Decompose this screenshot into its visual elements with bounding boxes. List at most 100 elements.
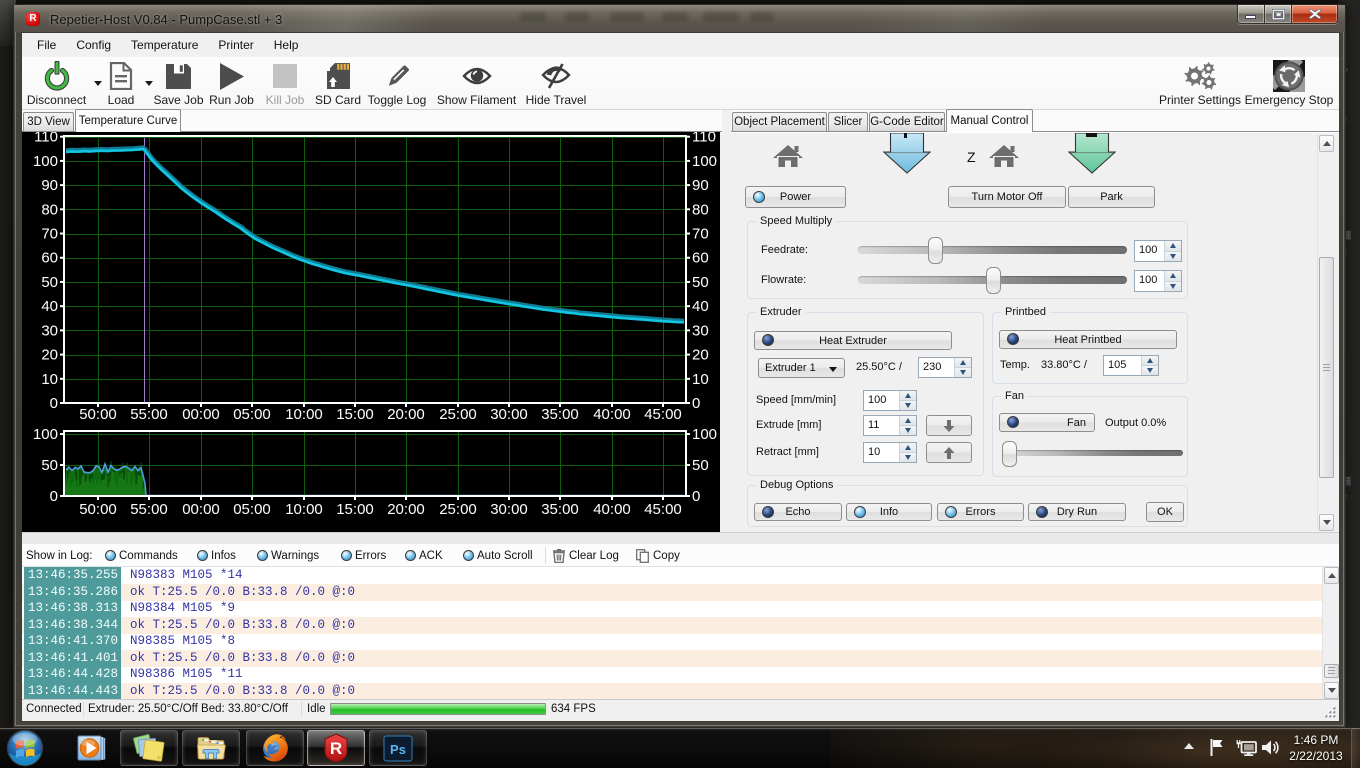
manual-control-scrollbar-thumb[interactable] bbox=[1319, 257, 1334, 478]
retract-spinner-down-button[interactable] bbox=[900, 452, 916, 462]
tab-g-code-editor[interactable]: G-Code Editor bbox=[869, 112, 945, 131]
menu-file[interactable]: File bbox=[27, 35, 66, 55]
hide-travel-button[interactable]: Hide Travel bbox=[525, 59, 587, 107]
extruder-speed-spinner[interactable]: 100 bbox=[863, 390, 917, 411]
printbed-target-spinner-up-button[interactable] bbox=[1142, 356, 1158, 365]
extruder-speed-spinner-up-button[interactable] bbox=[900, 391, 916, 400]
turn-motor-off-button[interactable]: Turn Motor Off bbox=[948, 186, 1066, 208]
save-job-button[interactable]: Save Job bbox=[150, 59, 207, 107]
taskbar-photoshop[interactable]: Ps bbox=[369, 730, 427, 766]
retract-spinner[interactable]: 10 bbox=[863, 442, 917, 463]
log-scrollbar-up[interactable] bbox=[1324, 567, 1339, 584]
feedrate-slider-track[interactable] bbox=[858, 246, 1127, 254]
y-minus-arrow[interactable] bbox=[883, 133, 931, 174]
extruder-speed-spinner-down-button[interactable] bbox=[900, 400, 916, 410]
flowrate-spinner-down-button[interactable] bbox=[1165, 281, 1181, 292]
extrude-spinner-up-button[interactable] bbox=[900, 416, 916, 425]
run-job-button[interactable]: Run Job bbox=[207, 59, 256, 107]
disconnect-button[interactable]: Disconnect bbox=[24, 59, 89, 107]
extruder-target-spinner-up-button[interactable] bbox=[955, 358, 971, 367]
printbed-target-spinner-down-button[interactable] bbox=[1142, 365, 1158, 375]
log-toggle-errors[interactable]: Errors bbox=[341, 544, 386, 567]
fan-button[interactable]: Fan bbox=[999, 413, 1095, 432]
log-scrollbar-thumb[interactable] bbox=[1324, 664, 1339, 678]
log-list[interactable]: 13:46:35.255N98383 M105 *1413:46:35.286o… bbox=[22, 567, 1339, 699]
retract-spinner-up-button[interactable] bbox=[900, 443, 916, 452]
dry-run-toggle[interactable]: Dry Run bbox=[1028, 503, 1126, 521]
extrude-button[interactable] bbox=[926, 415, 972, 436]
fan-slider-track[interactable] bbox=[1002, 450, 1183, 456]
feedrate-spinner-down-button[interactable] bbox=[1165, 251, 1181, 262]
taskbar-media-player[interactable] bbox=[62, 730, 120, 766]
tab-object-placement[interactable]: Object Placement bbox=[732, 112, 827, 131]
extruder-select[interactable]: Extruder 1 bbox=[758, 358, 845, 378]
retract-button[interactable] bbox=[926, 442, 972, 463]
log-splitter[interactable] bbox=[22, 532, 1339, 544]
menu-help[interactable]: Help bbox=[264, 35, 309, 55]
tab-3d-view[interactable]: 3D View bbox=[23, 112, 74, 131]
tray-clock[interactable]: 1:46 PM2/22/2013 bbox=[1284, 732, 1348, 764]
feedrate-slider-thumb[interactable] bbox=[928, 237, 943, 264]
extrude-spinner[interactable]: 11 bbox=[863, 415, 917, 436]
tab-manual-control[interactable]: Manual Control bbox=[946, 109, 1033, 132]
manual-control-scrollbar-up[interactable] bbox=[1319, 135, 1334, 152]
flowrate-spinner-up-button[interactable] bbox=[1165, 271, 1181, 281]
flowrate-spinner[interactable]: 100 bbox=[1134, 270, 1182, 292]
manual-control-scrollbar[interactable] bbox=[1317, 135, 1334, 531]
feedrate-spinner[interactable]: 100 bbox=[1134, 240, 1182, 262]
echo-toggle[interactable]: Echo bbox=[754, 503, 842, 521]
heat-printbed-button[interactable]: Heat Printbed bbox=[999, 330, 1177, 349]
log-scrollbar-down[interactable] bbox=[1324, 682, 1339, 699]
taskbar-firefox[interactable] bbox=[246, 730, 304, 766]
load-button[interactable]: Load bbox=[99, 59, 143, 107]
tab-temperature-curve[interactable]: Temperature Curve bbox=[75, 109, 181, 132]
sd-card-button[interactable]: SD Card bbox=[314, 59, 362, 107]
menu-config[interactable]: Config bbox=[66, 35, 121, 55]
taskbar-repetier-host[interactable]: R bbox=[307, 730, 365, 766]
taskbar-sticky-notes[interactable] bbox=[120, 730, 178, 766]
show-desktop-button[interactable] bbox=[1351, 728, 1360, 768]
toggle-log-button[interactable]: Toggle Log bbox=[366, 59, 428, 107]
fan-slider-thumb[interactable] bbox=[1002, 441, 1017, 467]
emergency-stop-button[interactable]: Emergency Stop bbox=[1243, 59, 1335, 107]
menu-printer[interactable]: Printer bbox=[208, 35, 263, 55]
taskbar-explorer[interactable] bbox=[182, 730, 240, 766]
log-toggle-commands[interactable]: Commands bbox=[105, 544, 178, 567]
minimize-button[interactable] bbox=[1237, 5, 1265, 24]
start-button[interactable] bbox=[6, 729, 44, 767]
tray-network-icon[interactable] bbox=[1236, 739, 1257, 756]
printer-settings-button[interactable]: Printer Settings bbox=[1156, 59, 1244, 107]
tab-slicer[interactable]: Slicer bbox=[828, 112, 868, 131]
ok-button[interactable]: OK bbox=[1146, 502, 1184, 522]
log-scrollbar[interactable] bbox=[1322, 567, 1339, 699]
z-minus-arrow[interactable] bbox=[1068, 133, 1116, 174]
extrude-spinner-down-button[interactable] bbox=[900, 425, 916, 435]
tray-show-hidden-icon[interactable] bbox=[1184, 743, 1194, 750]
extruder-target-spinner-down-button[interactable] bbox=[955, 367, 971, 377]
feedrate-spinner-up-button[interactable] bbox=[1165, 241, 1181, 251]
menu-temperature[interactable]: Temperature bbox=[121, 35, 208, 55]
flowrate-slider-thumb[interactable] bbox=[986, 267, 1001, 294]
log-toggle-infos[interactable]: Infos bbox=[197, 544, 236, 567]
log-toggle-ack[interactable]: ACK bbox=[405, 544, 443, 567]
copy-button[interactable]: Copy bbox=[636, 544, 680, 567]
power-button[interactable]: Power bbox=[745, 186, 846, 208]
tray-volume-icon[interactable] bbox=[1262, 739, 1280, 756]
clear-log-button[interactable]: Clear Log bbox=[553, 544, 619, 567]
resize-grip[interactable] bbox=[1324, 706, 1337, 719]
titlebar[interactable]: R Repetier-Host V0.84 - PumpCase.stl + 3 bbox=[14, 5, 1345, 32]
info-toggle[interactable]: Info bbox=[846, 503, 932, 521]
errors-toggle[interactable]: Errors bbox=[937, 503, 1024, 521]
manual-control-scrollbar-down[interactable] bbox=[1319, 514, 1334, 531]
log-toggle-auto-scroll[interactable]: Auto Scroll bbox=[463, 544, 533, 567]
home-x-icon[interactable] bbox=[772, 145, 804, 167]
park-button[interactable]: Park bbox=[1068, 186, 1155, 208]
printbed-target-spinner[interactable]: 105 bbox=[1103, 355, 1159, 376]
extruder-target-spinner[interactable]: 230 bbox=[918, 357, 972, 378]
show-filament-button[interactable]: Show Filament bbox=[434, 59, 519, 107]
heat-extruder-button[interactable]: Heat Extruder bbox=[754, 331, 952, 350]
maximize-button[interactable] bbox=[1265, 5, 1292, 24]
close-button[interactable] bbox=[1292, 5, 1338, 24]
log-toggle-warnings[interactable]: Warnings bbox=[257, 544, 319, 567]
tray-action-center-icon[interactable] bbox=[1210, 739, 1223, 756]
